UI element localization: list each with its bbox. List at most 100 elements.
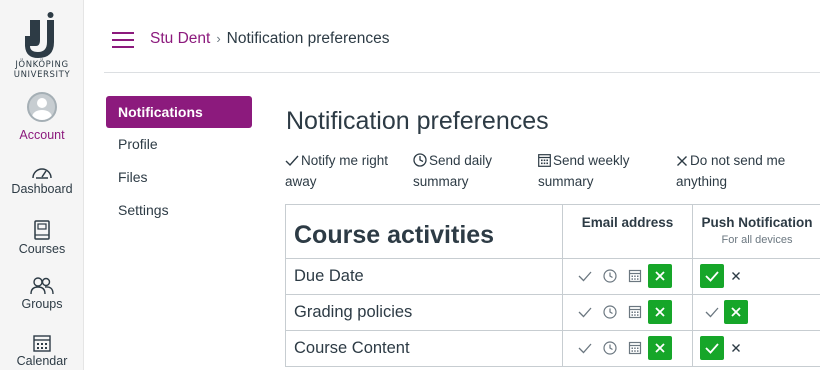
logo-text-line1: JÖNKÖPING: [15, 60, 69, 70]
row-label: Due Date: [294, 267, 364, 285]
x-icon: [655, 271, 665, 281]
push-option-immediately[interactable]: [700, 300, 724, 324]
email-option-immediately[interactable]: [573, 300, 597, 324]
speedometer-icon: [32, 168, 52, 179]
global-nav-courses-label: Courses: [18, 242, 66, 256]
email-options: [563, 295, 693, 330]
table-row: Due Date: [286, 259, 820, 295]
push-options: [693, 259, 820, 294]
email-option-daily[interactable]: [598, 264, 622, 288]
email-option-daily[interactable]: [598, 336, 622, 360]
email-option-never[interactable]: [648, 300, 672, 324]
legend-notify-immediately-label: Notify me right away: [285, 153, 389, 189]
global-nav-calendar-label: Calendar: [16, 354, 68, 368]
email-options: [563, 259, 693, 294]
table-row: Grading policies: [286, 295, 820, 331]
check-icon: [578, 307, 592, 318]
email-option-weekly[interactable]: [623, 264, 647, 288]
push-column-sublabel: For all devices: [721, 234, 793, 246]
section-navigation: Notifications Profile Files Settings: [106, 96, 252, 227]
university-logo-icon: [25, 12, 54, 58]
header-divider: [104, 72, 820, 73]
check-icon: [705, 307, 719, 318]
push-options: [693, 295, 820, 330]
x-icon: [655, 307, 665, 317]
push-column-header: Push Notification For all devices: [693, 205, 820, 258]
global-nav-dashboard-label: Dashboard: [11, 182, 73, 196]
push-column-label: Push Notification: [701, 215, 813, 230]
email-option-never[interactable]: [648, 336, 672, 360]
calendar-icon: [628, 269, 642, 283]
clock-icon: [603, 341, 617, 355]
check-icon: [285, 155, 299, 167]
email-option-immediately[interactable]: [573, 336, 597, 360]
legend-do-not-send-label: Do not send me anything: [676, 153, 786, 189]
check-icon: [705, 271, 719, 282]
global-nav-account-label: Account: [19, 128, 65, 142]
email-option-immediately[interactable]: [573, 264, 597, 288]
push-options: [693, 331, 820, 366]
global-navigation: JÖNKÖPING UNIVERSITY Account Dashboard C…: [0, 0, 84, 370]
table-row: Course Content: [286, 331, 820, 367]
email-column-label: Email address: [581, 215, 674, 230]
email-option-never[interactable]: [648, 264, 672, 288]
push-option-never[interactable]: [724, 264, 748, 288]
push-option-immediately[interactable]: [700, 264, 724, 288]
x-icon: [731, 307, 741, 317]
university-logo[interactable]: JÖNKÖPING UNIVERSITY: [0, 0, 84, 86]
notification-preferences-table: Course activities Email address Push Not…: [285, 204, 820, 367]
check-icon: [705, 343, 719, 354]
section-nav-notifications[interactable]: Notifications: [106, 96, 252, 128]
calendar-icon: [33, 335, 51, 352]
legend-notify-immediately: Notify me right away: [285, 150, 410, 192]
breadcrumb-current: Notification preferences: [226, 30, 390, 47]
global-nav-calendar[interactable]: Calendar: [0, 334, 84, 368]
category-title: Course activities: [294, 221, 495, 249]
push-option-never[interactable]: [724, 300, 748, 324]
row-label: Grading policies: [294, 303, 413, 321]
row-label: Course Content: [294, 339, 410, 357]
avatar-icon: [27, 92, 57, 122]
calendar-icon: [628, 305, 642, 319]
clock-icon: [603, 269, 617, 283]
category-header-cell: Course activities: [286, 205, 563, 258]
page-title: Notification preferences: [286, 107, 549, 135]
calendar-icon: [628, 341, 642, 355]
table-header-row: Course activities Email address Push Not…: [286, 205, 820, 259]
legend-daily-summary: Send daily summary: [413, 150, 523, 192]
check-icon: [578, 271, 592, 282]
global-nav-groups-label: Groups: [21, 297, 63, 311]
email-options: [563, 331, 693, 366]
email-option-weekly[interactable]: [623, 336, 647, 360]
legend-do-not-send: Do not send me anything: [676, 150, 816, 192]
calendar-icon: [538, 154, 551, 167]
breadcrumb-user-link[interactable]: Stu Dent: [150, 30, 210, 47]
people-icon: [30, 277, 54, 295]
logo-text-line2: UNIVERSITY: [13, 70, 71, 80]
section-nav-files[interactable]: Files: [106, 161, 252, 194]
global-nav-groups[interactable]: Groups: [0, 277, 84, 311]
x-icon: [677, 156, 687, 166]
legend-weekly-summary: Send weekly summary: [538, 150, 668, 192]
book-icon: [34, 220, 50, 240]
legend-weekly-summary-label: Send weekly summary: [538, 153, 630, 189]
x-icon: [732, 272, 740, 280]
section-nav-profile[interactable]: Profile: [106, 128, 252, 161]
global-nav-dashboard[interactable]: Dashboard: [0, 164, 84, 196]
check-icon: [578, 343, 592, 354]
email-option-weekly[interactable]: [623, 300, 647, 324]
breadcrumb: Stu Dent › Notification preferences: [150, 30, 390, 48]
clock-icon: [603, 305, 617, 319]
global-nav-account[interactable]: Account: [0, 92, 84, 142]
email-option-daily[interactable]: [598, 300, 622, 324]
section-nav-settings[interactable]: Settings: [106, 194, 252, 227]
x-icon: [732, 344, 740, 352]
email-column-header: Email address: [563, 205, 693, 258]
hamburger-menu-icon[interactable]: [112, 32, 134, 48]
push-option-never[interactable]: [724, 336, 748, 360]
x-icon: [655, 343, 665, 353]
breadcrumb-separator: ›: [216, 31, 221, 46]
global-nav-courses[interactable]: Courses: [0, 220, 84, 256]
push-option-immediately[interactable]: [700, 336, 724, 360]
clock-icon: [413, 153, 427, 167]
